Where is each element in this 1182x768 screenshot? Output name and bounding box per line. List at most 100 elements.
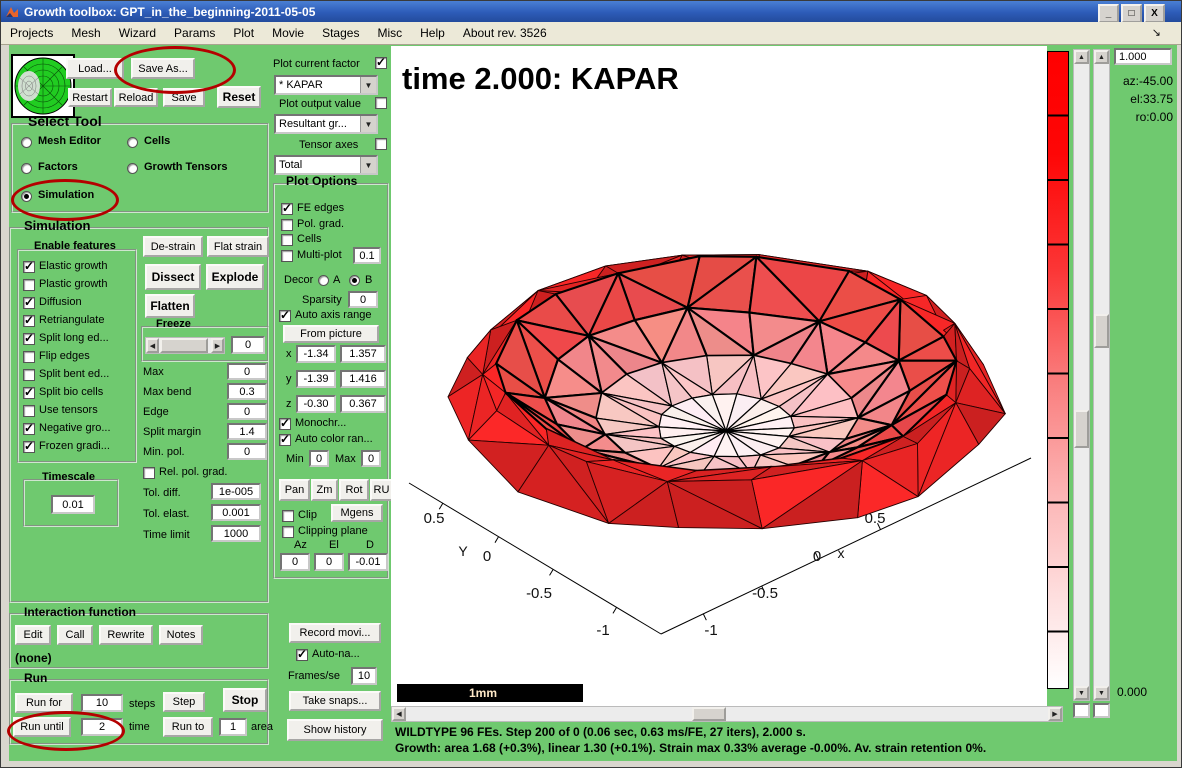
factor-dropdown[interactable]: * KAPAR ▼ xyxy=(274,75,378,95)
feature-checkbox-3[interactable] xyxy=(23,315,35,327)
freeze-slider[interactable]: ◀ ▶ xyxy=(145,337,225,354)
save-as-button[interactable]: Save As... xyxy=(131,58,195,79)
range-min-field-x[interactable]: -1.34 xyxy=(296,345,336,363)
rel-pol-grad-checkbox[interactable] xyxy=(143,467,155,479)
tolerance-field-1[interactable]: 0.001 xyxy=(211,504,261,521)
de-strain-button[interactable]: De-strain xyxy=(143,236,203,257)
vertical-scrollbar-1[interactable]: ▲ ▼ xyxy=(1073,49,1090,701)
radio-factors[interactable] xyxy=(21,163,32,174)
menu-item-projects[interactable]: Projects xyxy=(1,23,62,43)
rewrite-button[interactable]: Rewrite xyxy=(99,625,153,645)
feature-checkbox-10[interactable] xyxy=(23,441,35,453)
vertical-scrollbar-2-thumb[interactable] xyxy=(1094,314,1109,348)
sparsity-field[interactable]: 0 xyxy=(348,291,378,308)
horizontal-scrollbar-thumb[interactable] xyxy=(692,707,726,721)
mgens-button[interactable]: Mgens xyxy=(331,504,383,522)
menu-item-stages[interactable]: Stages xyxy=(313,23,368,43)
fe-edges-checkbox[interactable] xyxy=(281,203,293,215)
radio-cells[interactable] xyxy=(127,137,138,148)
clipping-plane-checkbox[interactable] xyxy=(282,526,294,538)
freeze-slider-thumb[interactable] xyxy=(160,338,208,353)
range-min-field-y[interactable]: -1.39 xyxy=(296,370,336,388)
decor-a-radio[interactable] xyxy=(318,275,329,286)
auto-axis-checkbox[interactable] xyxy=(279,310,291,322)
pol-grad-checkbox[interactable] xyxy=(281,219,293,231)
from-picture-button[interactable]: From picture xyxy=(283,325,379,343)
menu-item-params[interactable]: Params xyxy=(165,23,224,43)
clip-field-2[interactable]: -0.01 xyxy=(348,553,388,571)
flat-strain-button[interactable]: Flat strain xyxy=(207,236,269,257)
nav-button-ru[interactable]: RU xyxy=(370,479,393,501)
menu-item-wizard[interactable]: Wizard xyxy=(110,23,165,43)
clip-field-1[interactable]: 0 xyxy=(314,553,344,571)
feature-checkbox-0[interactable] xyxy=(23,261,35,273)
flatten-button[interactable]: Flatten xyxy=(145,294,195,318)
scroll-down-arrow-icon[interactable]: ▼ xyxy=(1094,686,1109,700)
multi-plot-field[interactable]: 0.1 xyxy=(353,247,381,264)
sim-param-field-4[interactable]: 0 xyxy=(227,443,267,460)
vertical-scrollbar-1-thumb[interactable] xyxy=(1074,410,1089,448)
chevron-down-icon[interactable]: ▼ xyxy=(360,157,376,173)
notes-button[interactable]: Notes xyxy=(159,625,203,645)
scroll-up-arrow-icon[interactable]: ▲ xyxy=(1094,50,1109,64)
sim-param-field-1[interactable]: 0.3 xyxy=(227,383,267,400)
range-min-field-z[interactable]: -0.30 xyxy=(296,395,336,413)
chevron-down-icon[interactable]: ▼ xyxy=(360,77,376,93)
feature-checkbox-4[interactable] xyxy=(23,333,35,345)
call-button[interactable]: Call xyxy=(57,625,93,645)
load-button[interactable]: Load... xyxy=(66,58,124,79)
show-history-button[interactable]: Show history xyxy=(287,719,383,741)
scroll-left-arrow-icon[interactable]: ◀ xyxy=(392,707,406,721)
feature-checkbox-5[interactable] xyxy=(23,351,35,363)
stop-button[interactable]: Stop xyxy=(223,688,267,712)
clip-field-0[interactable]: 0 xyxy=(280,553,310,571)
tensor-dropdown[interactable]: Total ▼ xyxy=(274,155,378,175)
timescale-field[interactable]: 0.01 xyxy=(51,495,95,514)
max-field[interactable]: 0 xyxy=(361,450,381,467)
horizontal-scrollbar[interactable]: ◀ ▶ xyxy=(391,706,1063,722)
tolerance-field-2[interactable]: 1000 xyxy=(211,525,261,542)
restart-button[interactable]: Restart xyxy=(68,88,112,107)
scroll-right-arrow-icon[interactable]: ▶ xyxy=(1048,707,1062,721)
plot-output-value-checkbox[interactable] xyxy=(375,97,387,109)
range-max-field-x[interactable]: 1.357 xyxy=(340,345,386,363)
run-until-button[interactable]: Run until xyxy=(13,717,71,737)
output-dropdown[interactable]: Resultant gr... ▼ xyxy=(274,114,378,134)
min-field[interactable]: 0 xyxy=(309,450,329,467)
explode-button[interactable]: Explode xyxy=(206,264,264,290)
feature-checkbox-8[interactable] xyxy=(23,405,35,417)
frames-field[interactable]: 10 xyxy=(351,667,377,685)
vertical-scrollbar-2[interactable]: ▲ ▼ xyxy=(1093,49,1110,701)
clip-checkbox[interactable] xyxy=(282,510,294,522)
dissect-button[interactable]: Dissect xyxy=(145,264,201,290)
menu-item-about-rev-3526[interactable]: About rev. 3526 xyxy=(454,23,556,43)
scroll-up-arrow-icon[interactable]: ▲ xyxy=(1074,50,1089,64)
sim-param-field-0[interactable]: 0 xyxy=(227,363,267,380)
slider-right-arrow-icon[interactable]: ▶ xyxy=(211,338,224,353)
nav-button-zm[interactable]: Zm xyxy=(311,479,338,501)
feature-checkbox-7[interactable] xyxy=(23,387,35,399)
radio-simulation[interactable] xyxy=(21,191,32,202)
plot-current-factor-checkbox[interactable] xyxy=(375,57,387,69)
feature-checkbox-2[interactable] xyxy=(23,297,35,309)
record-movie-button[interactable]: Record movi... xyxy=(289,623,381,643)
colorbar-max-field[interactable]: 1.000 xyxy=(1114,48,1172,65)
menu-item-misc[interactable]: Misc xyxy=(368,23,411,43)
multi-plot-checkbox[interactable] xyxy=(281,250,293,262)
run-time-field[interactable]: 2 xyxy=(81,718,123,736)
radio-mesh-editor[interactable] xyxy=(21,137,32,148)
plot-canvas[interactable]: 0.50-0.5-1Y-1-0.500.5x xyxy=(391,46,1047,706)
nav-button-rot[interactable]: Rot xyxy=(339,479,369,501)
radio-growth-tensors[interactable] xyxy=(127,163,138,174)
decor-b-radio[interactable] xyxy=(349,275,360,286)
feature-checkbox-9[interactable] xyxy=(23,423,35,435)
slider-left-arrow-icon[interactable]: ◀ xyxy=(146,338,159,353)
sim-param-field-3[interactable]: 1.4 xyxy=(227,423,267,440)
save-button[interactable]: Save xyxy=(163,88,205,107)
run-to-button[interactable]: Run to xyxy=(163,717,213,737)
run-for-button[interactable]: Run for xyxy=(15,693,73,713)
monochrome-checkbox[interactable] xyxy=(279,418,291,430)
edit-button[interactable]: Edit xyxy=(15,625,51,645)
auto-name-checkbox[interactable] xyxy=(296,649,308,661)
scroll-down-arrow-icon[interactable]: ▼ xyxy=(1074,686,1089,700)
